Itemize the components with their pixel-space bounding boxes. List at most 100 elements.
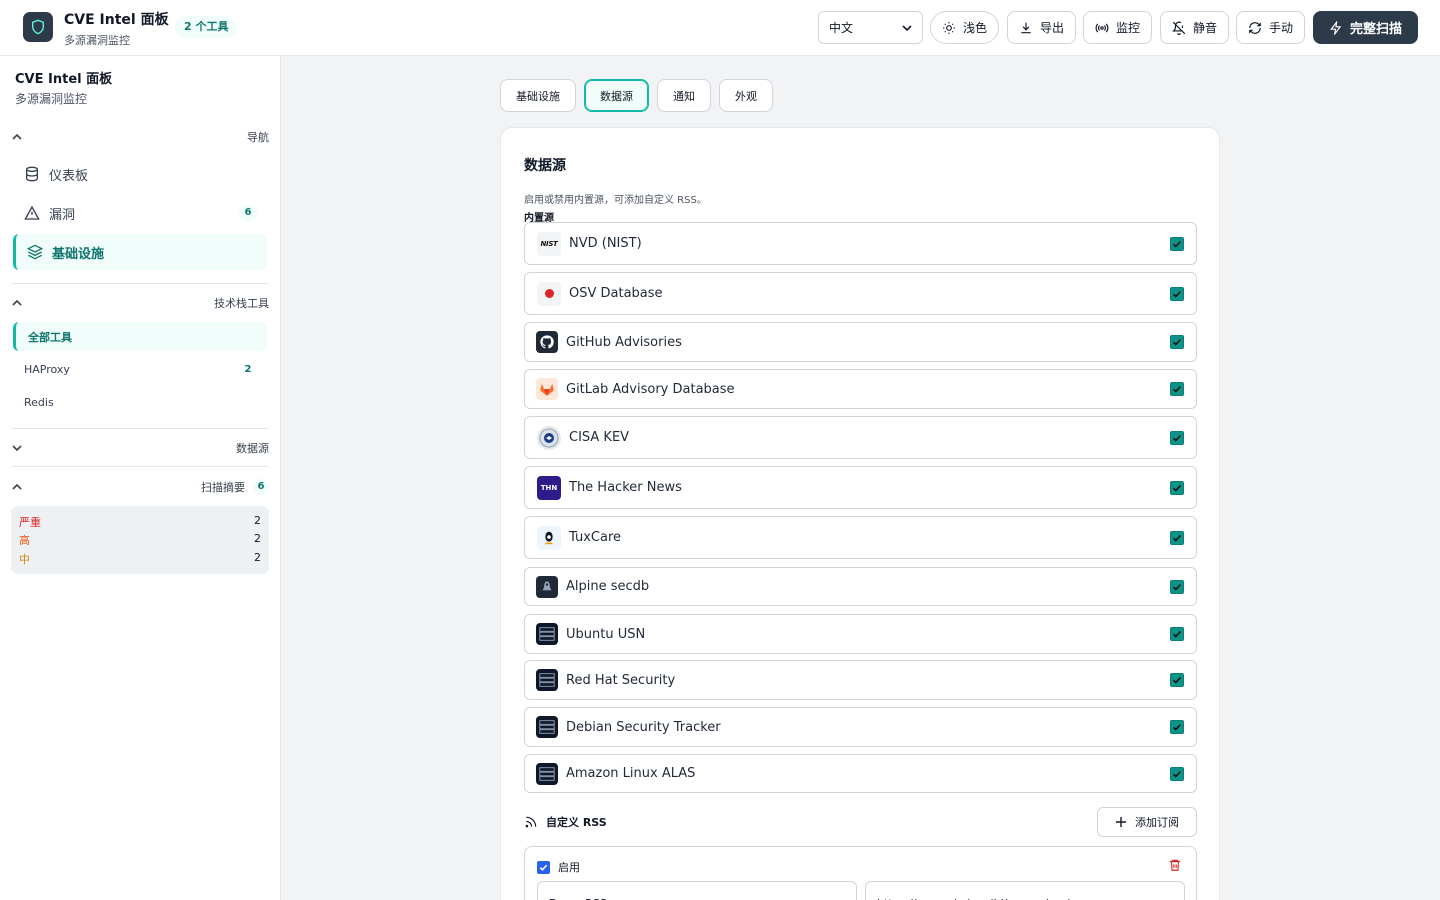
tool-item-haproxy[interactable]: HAProxy 2 <box>13 355 267 384</box>
tab-appearance[interactable]: 外观 <box>719 79 773 112</box>
server-icon <box>536 623 558 645</box>
osv-logo-icon <box>537 281 561 306</box>
source-enabled-checkbox[interactable] <box>1170 579 1184 594</box>
export-button[interactable]: 导出 <box>1007 11 1076 44</box>
check-icon <box>1172 484 1182 492</box>
severity-label: 中 <box>19 553 30 566</box>
sidebar-title: CVE Intel 面板 <box>15 72 113 87</box>
language-value: 中文 <box>829 21 854 35</box>
source-row-gitlab[interactable]: GitLab Advisory Database <box>524 369 1197 409</box>
source-name: TuxCare <box>569 530 621 545</box>
source-enabled-checkbox[interactable] <box>1170 766 1184 781</box>
source-enabled-checkbox[interactable] <box>1170 335 1184 349</box>
nist-logo-icon: NIST <box>537 231 561 256</box>
check-icon <box>1172 723 1182 731</box>
source-name: Red Hat Security <box>566 672 676 688</box>
rss-name-input[interactable]: Demo RSS <box>537 881 857 900</box>
lightning-icon <box>1330 20 1342 35</box>
source-enabled-checkbox[interactable] <box>1170 627 1184 641</box>
rss-feed-entry: 启用 Demo RSS https://example.invalid/cve-… <box>524 846 1197 900</box>
rss-enabled-label: 启用 <box>558 861 580 874</box>
theme-toggle-button[interactable]: 浅色 <box>930 11 999 44</box>
sidebar-item-vulnerabilities[interactable]: 漏洞 6 <box>13 195 267 231</box>
sun-icon <box>943 21 955 34</box>
source-enabled-checkbox[interactable] <box>1170 480 1184 495</box>
tool-item-label: HAProxy <box>24 363 70 376</box>
sidebar-divider <box>11 428 269 429</box>
source-row-github[interactable]: GitHub Advisories <box>524 322 1197 362</box>
tab-infrastructure[interactable]: 基础设施 <box>500 79 576 112</box>
check-icon <box>1172 434 1182 442</box>
source-enabled-checkbox[interactable] <box>1170 530 1184 545</box>
tools-section-header[interactable]: 技术栈工具 <box>11 293 269 313</box>
download-icon <box>1021 22 1031 33</box>
full-scan-button[interactable]: 完整扫描 <box>1313 11 1418 44</box>
tool-item-all[interactable]: 全部工具 <box>13 322 267 351</box>
tab-datasources[interactable]: 数据源 <box>584 79 649 112</box>
datasources-card: 数据源 启用或禁用内置源，可添加自定义 RSS。 内置源 NIST NVD (N… <box>500 127 1220 900</box>
chevron-down-icon <box>902 24 912 31</box>
source-enabled-checkbox[interactable] <box>1170 286 1184 301</box>
shield-logo-icon <box>23 12 53 42</box>
monitor-label: 监控 <box>1115 21 1140 35</box>
source-row-nvd[interactable]: NIST NVD (NIST) <box>524 222 1197 265</box>
rss-enable-toggle[interactable]: 启用 <box>537 859 580 875</box>
source-enabled-checkbox[interactable] <box>1170 382 1184 396</box>
source-row-tuxcare[interactable]: TuxCare <box>524 516 1197 559</box>
nav-section-label: 导航 <box>247 131 269 144</box>
source-row-cisa[interactable]: CISA KEV <box>524 416 1197 459</box>
plus-icon <box>1116 817 1126 827</box>
trash-icon[interactable] <box>1168 857 1182 876</box>
sources-section-header[interactable]: 数据源 <box>11 438 269 458</box>
sidebar-item-label: 漏洞 <box>49 207 76 223</box>
sidebar: CVE Intel 面板 多源漏洞监控 导航 仪表板 漏洞 6 基础设施 技术栈… <box>0 56 281 900</box>
sidebar-divider <box>11 283 269 284</box>
severity-count: 2 <box>254 551 261 564</box>
vuln-count-badge: 6 <box>239 205 257 221</box>
source-name: GitLab Advisory Database <box>566 381 735 397</box>
source-row-osv[interactable]: OSV Database <box>524 272 1197 315</box>
monitor-button[interactable]: 监控 <box>1083 11 1152 44</box>
source-row-thn[interactable]: THN The Hacker News <box>524 466 1197 509</box>
tools-section-label: 技术栈工具 <box>214 297 269 310</box>
source-enabled-checkbox[interactable] <box>1170 673 1184 687</box>
source-enabled-checkbox[interactable] <box>1170 236 1184 251</box>
severity-label: 高 <box>19 534 30 547</box>
mute-label: 静音 <box>1192 21 1217 35</box>
source-enabled-checkbox[interactable] <box>1170 430 1184 445</box>
source-enabled-checkbox[interactable] <box>1170 720 1184 734</box>
language-select[interactable]: 中文 <box>818 11 923 44</box>
source-row-ubuntu[interactable]: Ubuntu USN <box>524 614 1197 654</box>
tuxcare-logo-icon <box>537 525 561 550</box>
source-row-debian[interactable]: Debian Security Tracker <box>524 707 1197 747</box>
tool-item-label: 全部工具 <box>28 330 72 344</box>
summary-row-critical: 严重 2 <box>19 514 261 530</box>
sidebar-item-infrastructure[interactable]: 基础设施 <box>13 234 267 270</box>
add-subscription-button[interactable]: 添加订阅 <box>1097 807 1197 837</box>
top-header: CVE Intel 面板 多源漏洞监控 2 个工具 中文 浅色 导出 监控 静音… <box>0 0 1440 56</box>
source-row-alpine[interactable]: Alpine secdb <box>524 567 1197 606</box>
thn-logo-icon: THN <box>537 475 561 500</box>
tool-count-badge: 2 个工具 <box>175 16 238 38</box>
sidebar-item-label: 仪表板 <box>49 168 89 184</box>
source-row-redhat[interactable]: Red Hat Security <box>524 660 1197 700</box>
tab-notifications[interactable]: 通知 <box>657 79 711 112</box>
rss-enabled-checkbox[interactable] <box>537 860 550 874</box>
summary-section-header[interactable]: 扫描摘要 6 <box>11 477 269 497</box>
refresh-icon <box>1249 21 1261 34</box>
rss-url-input[interactable]: https://example.invalid/cve-radar-docs.r… <box>865 881 1185 900</box>
sidebar-item-dashboard[interactable]: 仪表板 <box>13 156 267 192</box>
warning-triangle-icon <box>24 205 40 220</box>
nav-section-header[interactable]: 导航 <box>11 127 269 147</box>
manual-refresh-button[interactable]: 手动 <box>1236 11 1305 44</box>
tool-item-redis[interactable]: Redis <box>13 388 267 417</box>
export-label: 导出 <box>1039 21 1064 35</box>
source-row-amazon[interactable]: Amazon Linux ALAS <box>524 754 1197 793</box>
source-name: Debian Security Tracker <box>566 719 721 735</box>
chevron-up-icon <box>12 483 22 490</box>
chevron-up-icon <box>12 133 22 140</box>
chevron-up-icon <box>12 299 22 306</box>
mute-button[interactable]: 静音 <box>1160 11 1229 44</box>
severity-count: 2 <box>254 514 261 527</box>
custom-rss-header: 自定义 RSS <box>524 814 607 830</box>
